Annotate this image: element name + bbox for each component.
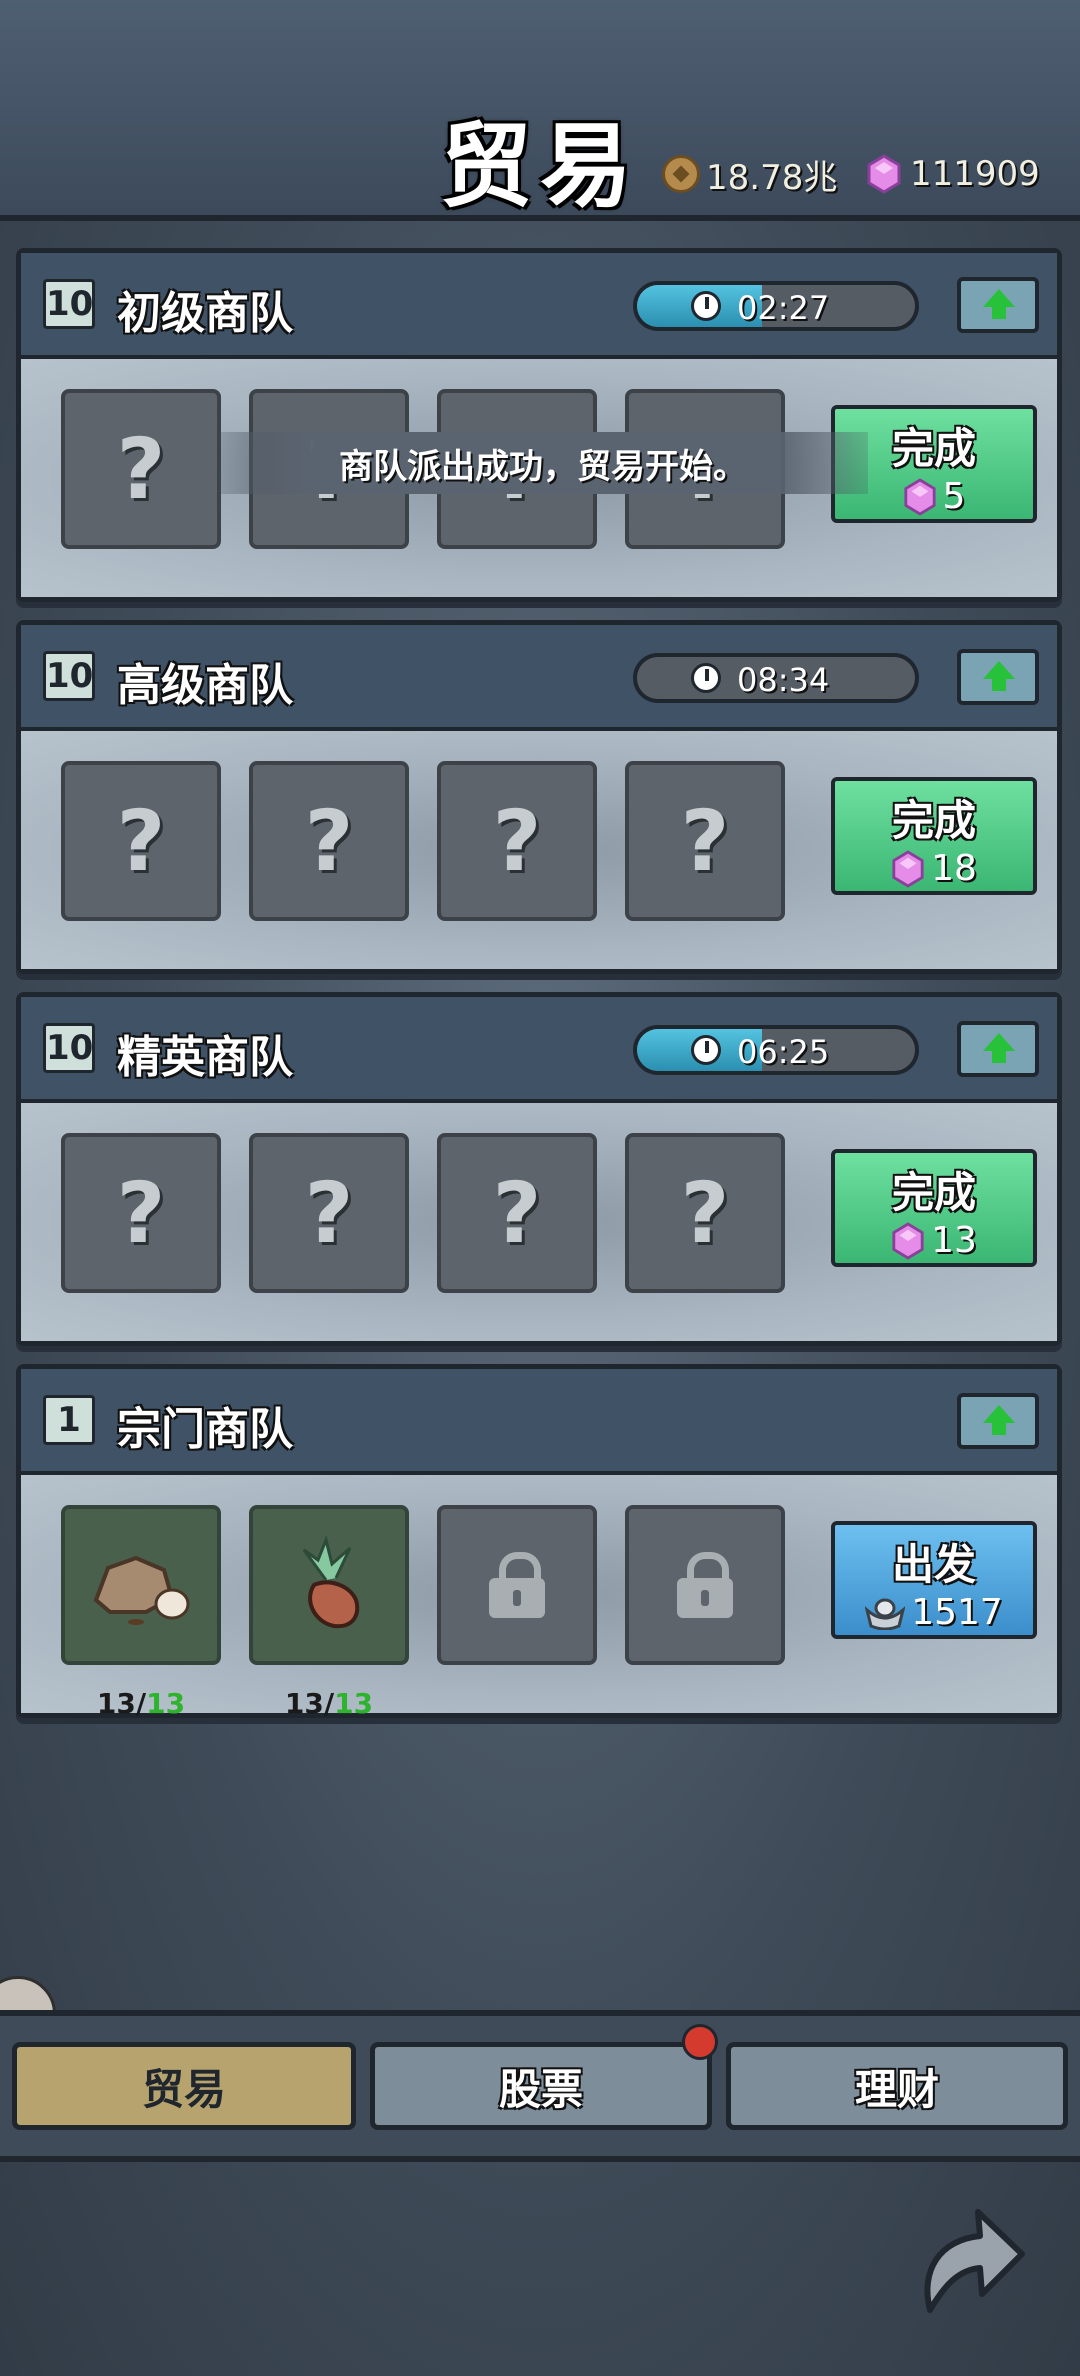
caravan-level: 10 <box>43 651 95 701</box>
unknown-icon: ? <box>304 792 354 890</box>
tab-stocks[interactable]: 股票 <box>370 2042 712 2130</box>
cargo-slot[interactable]: ? <box>61 389 221 549</box>
caravan-panel-sect: 1 宗门商队 13/13 13/13 出发 1517 <box>16 1364 1062 1720</box>
notification-badge <box>682 2024 718 2060</box>
herb-icon <box>302 1535 360 1629</box>
cargo-slot[interactable]: ? <box>625 761 785 921</box>
panel-header: 1 宗门商队 <box>21 1369 1057 1475</box>
lock-icon <box>677 1552 733 1618</box>
caravan-level: 10 <box>43 279 95 329</box>
cargo-slot-herb[interactable] <box>249 1505 409 1665</box>
stone-icon <box>93 1555 190 1625</box>
complete-button[interactable]: 完成 18 <box>831 777 1037 895</box>
clock-icon <box>691 663 721 693</box>
gem-icon <box>892 849 924 888</box>
locked-slot <box>437 1505 597 1665</box>
upgrade-button[interactable] <box>957 1393 1039 1449</box>
clock-icon <box>691 1035 721 1065</box>
upgrade-button[interactable] <box>957 1021 1039 1077</box>
locked-slot <box>625 1505 785 1665</box>
unknown-icon: ? <box>116 1164 166 1262</box>
cargo-slot[interactable]: ? <box>61 761 221 921</box>
caravan-name: 宗门商队 <box>117 1404 293 1455</box>
unknown-icon: ? <box>492 1164 542 1262</box>
cargo-slot[interactable]: ? <box>249 761 409 921</box>
tab-finance[interactable]: 理财 <box>726 2042 1068 2130</box>
item-count: 13/13 <box>96 1687 186 1720</box>
gem-icon <box>903 477 936 516</box>
cargo-slot[interactable]: ? <box>61 1133 221 1293</box>
caravan-timer: 08:34 <box>633 653 919 703</box>
caravan-timer: 06:25 <box>633 1025 919 1075</box>
caravan-level: 1 <box>43 1395 95 1445</box>
upgrade-button[interactable] <box>957 277 1039 333</box>
caravan-panel-elite: 10 精英商队 06:25 ? ? ? ? 完成 13 <box>16 992 1062 1346</box>
cost: 1517 <box>835 1592 1033 1633</box>
unknown-icon: ? <box>680 792 730 890</box>
cargo-slot[interactable]: ? <box>625 1133 785 1293</box>
caravan-name: 精英商队 <box>117 1032 293 1083</box>
unknown-icon: ? <box>116 420 166 518</box>
depart-label: 出发 <box>891 1540 976 1589</box>
caravan-panel-basic: 10 初级商队 02:27 ? ? ? ? 完成 5 <box>16 248 1062 602</box>
gem-amount: 111909 <box>910 154 1040 194</box>
cost-value: 13 <box>931 1220 977 1261</box>
panel-header: 10 精英商队 06:25 <box>21 997 1057 1103</box>
coin-resource: 18.78兆 <box>662 150 837 198</box>
cost: 13 <box>835 1220 1033 1261</box>
cargo-slot[interactable]: ? <box>437 761 597 921</box>
cost-value: 1517 <box>911 1592 1003 1633</box>
timer-text: 08:34 <box>737 661 830 699</box>
tab-trade[interactable]: 贸易 <box>12 2042 356 2130</box>
gem-icon <box>867 154 901 194</box>
depart-button[interactable]: 出发 1517 <box>831 1521 1037 1639</box>
complete-label: 完成 <box>891 796 976 845</box>
gem-icon <box>892 1221 924 1260</box>
upgrade-button[interactable] <box>957 649 1039 705</box>
clock-icon <box>691 291 721 321</box>
caravan-panel-advanced: 10 高级商队 08:34 ? ? ? ? 完成 18 <box>16 620 1062 974</box>
coin-icon <box>662 155 700 193</box>
page-title: 贸易 <box>440 112 641 220</box>
unknown-icon: ? <box>116 792 166 890</box>
cost-value: 18 <box>931 848 977 889</box>
caravan-timer: 02:27 <box>633 281 919 331</box>
lock-icon <box>489 1552 545 1618</box>
unknown-icon: ? <box>680 1164 730 1262</box>
caravan-name: 初级商队 <box>117 288 293 339</box>
cargo-slot[interactable]: ? <box>437 1133 597 1293</box>
cargo-slot-stone[interactable] <box>61 1505 221 1665</box>
complete-button[interactable]: 完成 13 <box>831 1149 1037 1267</box>
item-count: 13/13 <box>284 1687 374 1720</box>
complete-label: 完成 <box>891 1168 976 1217</box>
panel-header: 10 初级商队 02:27 <box>21 253 1057 359</box>
toast-message: 商队派出成功，贸易开始。 <box>218 432 868 494</box>
cargo-slot[interactable]: ? <box>249 1133 409 1293</box>
timer-text: 06:25 <box>737 1033 830 1071</box>
cost: 18 <box>835 848 1033 889</box>
gem-resource: 111909 <box>866 150 1040 198</box>
unknown-icon: ? <box>492 792 542 890</box>
unknown-icon: ? <box>304 1164 354 1262</box>
back-arrow-icon[interactable] <box>900 2190 1030 2330</box>
cost-value: 5 <box>942 476 966 517</box>
header: 贸易 18.78兆 111909 <box>0 0 1080 221</box>
silver-ingot-icon <box>865 1598 906 1630</box>
panel-header: 10 高级商队 08:34 <box>21 625 1057 731</box>
caravan-level: 10 <box>43 1023 95 1073</box>
timer-text: 02:27 <box>737 289 830 327</box>
caravan-name: 高级商队 <box>117 660 293 711</box>
coin-amount: 18.78兆 <box>706 157 838 198</box>
